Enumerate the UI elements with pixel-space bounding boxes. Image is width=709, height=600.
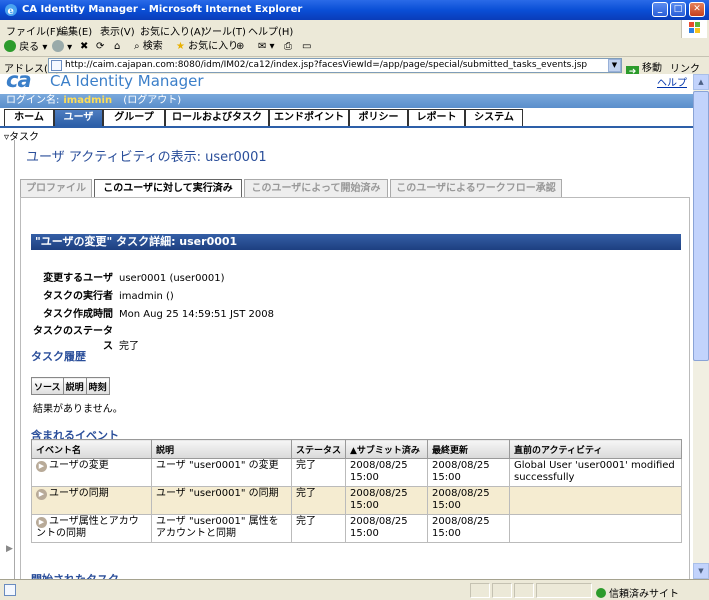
address-input[interactable]: http://caim.cajapan.com:8080/idm/IM02/ca… <box>48 58 622 73</box>
menu-help[interactable]: ヘルプ(H) <box>248 23 293 38</box>
back-arrow-icon <box>4 40 16 52</box>
task-history-title: タスク履歴 <box>31 350 86 363</box>
window-title: CA Identity Manager - Microsoft Internet… <box>22 4 303 15</box>
login-bar: ログイン名: imadmin (ログアウト) <box>0 94 693 108</box>
favorites-button[interactable]: ★ お気に入り <box>176 40 238 54</box>
tab-home[interactable]: ホーム <box>4 109 54 126</box>
mail-icon[interactable]: ✉ ▾ <box>258 40 275 54</box>
tab-roles-tasks[interactable]: ロールおよびタスク <box>165 109 269 126</box>
star-icon: ★ <box>176 41 185 52</box>
help-link[interactable]: ヘルプ <box>657 74 687 89</box>
forward-button[interactable]: ▾ <box>52 40 72 54</box>
close-button[interactable]: ✕ <box>689 2 705 17</box>
page-viewport: ca CA Identity Manager ヘルプ ログイン名: imadmin… <box>0 74 693 579</box>
tab-groups[interactable]: グループ <box>103 109 165 126</box>
svg-text:e: e <box>8 6 14 17</box>
login-user: imadmin <box>63 95 113 106</box>
minimize-button[interactable]: _ <box>652 2 668 17</box>
no-results-text: 結果がありません。 <box>33 404 123 415</box>
col-submitted[interactable]: ▲サブミット済み <box>345 439 428 459</box>
col-last-activity[interactable]: 直前のアクティビティ <box>509 439 682 459</box>
panel-expand-icon[interactable]: ▶ <box>6 544 13 554</box>
links-button[interactable]: リンク <box>670 60 700 75</box>
search-button[interactable]: ⌕ 検索 <box>134 40 163 54</box>
maximize-button[interactable]: □ <box>670 2 686 17</box>
vertical-scrollbar[interactable]: ▲ ▼ <box>693 74 709 579</box>
col-event-name[interactable]: イベント名 <box>31 439 152 459</box>
events-table: イベント名 説明 ステータス ▲サブミット済み 最終更新 直前のアクティビティ … <box>31 439 682 543</box>
task-detail-header: "ユーザの変更" タスク詳細: user0001 <box>31 234 681 250</box>
nav-divider <box>0 126 693 128</box>
page-title: ユーザ アクティビティの表示: user0001 <box>26 150 267 165</box>
menu-edit[interactable]: 編集(E) <box>58 23 92 38</box>
logout-link[interactable]: (ログアウト) <box>123 95 181 106</box>
search-icon: ⌕ <box>134 41 140 52</box>
history-icon[interactable]: ⊕ <box>236 40 244 54</box>
task-detail-content: "ユーザの変更" タスク詳細: user0001 変更するユーザ user0001… <box>20 197 690 579</box>
col-event-status[interactable]: ステータス <box>291 439 346 459</box>
menu-tools[interactable]: ツール(T) <box>202 23 246 38</box>
check-icon <box>596 588 606 598</box>
subtab-initiated-by-user[interactable]: このユーザによって開始済み <box>244 179 388 197</box>
subtab-workflow-approvals[interactable]: このユーザによるワークフロー承認 <box>390 179 562 197</box>
task-history-table: ソース 説明 時刻 <box>31 377 110 395</box>
tab-endpoints[interactable]: エンドポイント <box>269 109 349 126</box>
scroll-down-icon[interactable]: ▼ <box>693 563 709 579</box>
col-time[interactable]: 時刻 <box>85 377 110 395</box>
started-tasks-title: 開始されたタスク <box>31 571 119 579</box>
tab-reports[interactable]: レポート <box>408 109 465 126</box>
browser-toolbar: 戻る ▾ ▾ ✖ ⟳ ⌂ ⌕ 検索 ★ お気に入り ⊕ ✉ ▾ ⎙ ▭ <box>0 38 709 56</box>
table-row[interactable]: ▶ ユーザ属性とアカウントの同期 ユーザ "user0001" 属性をアカウントと… <box>31 514 682 543</box>
field-task-created: タスク作成時間 Mon Aug 25 14:59:51 JST 2008 <box>43 309 274 320</box>
ie-logo-icon: e <box>5 4 17 17</box>
menu-view[interactable]: 表示(V) <box>100 23 135 38</box>
ca-logo: ca <box>6 74 32 92</box>
field-task-executor: タスクの実行者 imadmin () <box>43 291 174 302</box>
windows-flag-icon <box>681 20 707 38</box>
scroll-thumb[interactable] <box>693 91 709 361</box>
address-bar: アドレス(D) http://caim.cajapan.com:8080/idm… <box>0 56 709 79</box>
home-icon[interactable]: ⌂ <box>114 40 120 54</box>
menu-bar: ファイル(F) 編集(E) 表示(V) お気に入り(A) ツール(T) ヘルプ(… <box>0 20 709 38</box>
col-event-desc[interactable]: 説明 <box>151 439 292 459</box>
menu-file[interactable]: ファイル(F) <box>6 23 60 38</box>
refresh-icon[interactable]: ⟳ <box>96 40 104 54</box>
col-source[interactable]: ソース <box>31 377 64 395</box>
login-label: ログイン名: <box>6 95 60 106</box>
scroll-up-icon[interactable]: ▲ <box>693 74 709 90</box>
tab-users[interactable]: ユーザ <box>54 109 103 126</box>
field-modified-user: 変更するユーザ user0001 (user0001) <box>43 273 225 284</box>
print-icon[interactable]: ⎙ <box>284 40 292 54</box>
table-row[interactable]: ▶ ユーザの変更 ユーザ "user0001" の変更 完了 2008/08/25… <box>31 458 682 487</box>
status-segment <box>492 583 512 598</box>
table-row[interactable]: ▶ ユーザの同期 ユーザ "user0001" の同期 完了 2008/08/25… <box>31 486 682 515</box>
security-zone: 信頼済みサイト <box>596 585 679 600</box>
tab-policies[interactable]: ポリシー <box>349 109 408 126</box>
subtab-profile[interactable]: プロファイル <box>20 179 92 197</box>
address-dropdown-icon[interactable]: ▼ <box>608 59 621 72</box>
col-description[interactable]: 説明 <box>62 377 87 395</box>
page-icon <box>51 60 62 71</box>
expand-arrow-icon[interactable]: ▶ <box>36 489 47 500</box>
app-title: CA Identity Manager <box>50 74 204 90</box>
status-bar: 信頼済みサイト <box>0 579 709 600</box>
expand-arrow-icon[interactable]: ▶ <box>36 517 47 528</box>
status-segment <box>514 583 534 598</box>
status-segment <box>470 583 490 598</box>
forward-arrow-icon <box>52 40 64 52</box>
edit-icon[interactable]: ▭ <box>302 40 311 54</box>
stop-icon[interactable]: ✖ <box>80 40 88 54</box>
expand-arrow-icon[interactable]: ▶ <box>36 461 47 472</box>
window-titlebar: e CA Identity Manager - Microsoft Intern… <box>0 0 709 20</box>
status-segment <box>536 583 592 598</box>
page-status-icon <box>4 584 16 596</box>
back-button[interactable]: 戻る ▾ <box>4 40 47 54</box>
col-last-updated[interactable]: 最終更新 <box>427 439 510 459</box>
subtab-performed-on-user[interactable]: このユーザに対して実行済み <box>94 179 242 198</box>
tab-system[interactable]: システム <box>465 109 523 126</box>
menu-favorites[interactable]: お気に入り(A) <box>140 23 205 38</box>
